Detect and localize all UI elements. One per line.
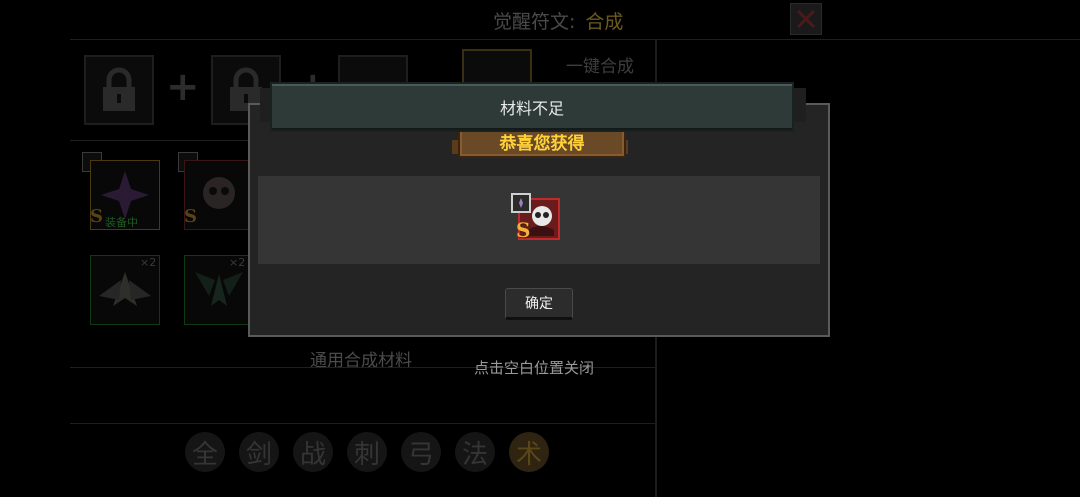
item-count-2: ×2 — [229, 256, 246, 269]
close-x-icon — [796, 9, 816, 29]
class-filter-assassin[interactable]: 刺 — [347, 432, 387, 472]
one-key-synthesis-button[interactable]: 一键合成 — [566, 52, 634, 77]
section-divider-3 — [70, 423, 655, 424]
reward-tag-icon — [511, 193, 531, 213]
close-button[interactable] — [790, 3, 822, 35]
equipped-status: 装备中 — [105, 216, 138, 229]
item-count: ×2 — [140, 256, 157, 269]
lock-icon — [103, 67, 135, 111]
tab-synthesis[interactable]: 合成 — [585, 11, 623, 33]
page-title-label: 觉醒符文: — [493, 11, 576, 33]
figure-icon — [519, 198, 523, 208]
class-filter-mage[interactable]: 法 — [455, 432, 495, 472]
insufficient-materials-notice: 材料不足 — [272, 84, 792, 130]
confirm-button[interactable]: 确定 — [505, 288, 573, 320]
class-filter-sorcery[interactable]: 术 — [509, 432, 549, 472]
reward-rarity-badge: S — [516, 218, 531, 242]
class-filter-sword[interactable]: 剑 — [239, 432, 279, 472]
header-divider — [70, 39, 1080, 40]
rarity-badge: S — [90, 206, 103, 227]
close-hint: 点击空白位置关闭 — [474, 359, 595, 377]
page-title: 觉醒符文: 合成 — [493, 7, 623, 34]
class-filter-warrior[interactable]: 战 — [293, 432, 333, 472]
plus-sign-icon: + — [166, 64, 200, 110]
class-filter-all[interactable]: 全 — [185, 432, 225, 472]
locked-slot-1[interactable] — [84, 55, 154, 125]
rarity-badge-2: S — [184, 206, 197, 227]
class-filter-bow[interactable]: 弓 — [401, 432, 441, 472]
